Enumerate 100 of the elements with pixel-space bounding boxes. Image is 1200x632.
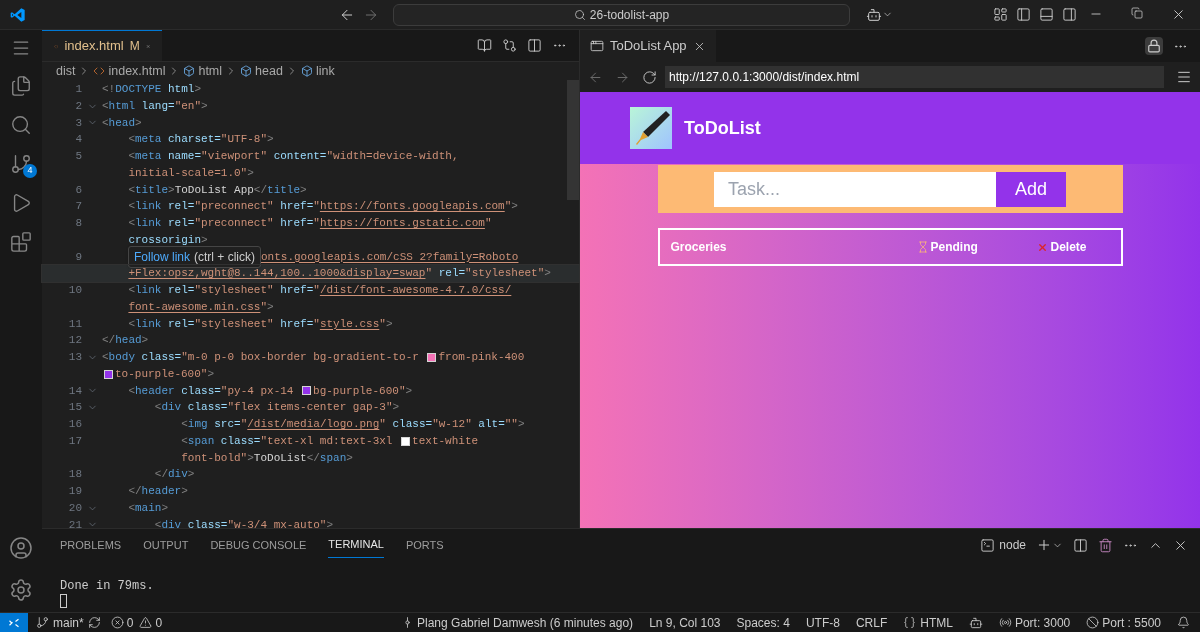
follow-link[interactable]: Follow link [134,247,190,266]
line-number: 5 [75,150,82,163]
broadcast-icon [998,616,1012,629]
warning-count[interactable]: 0 [155,613,163,632]
remote-button[interactable] [0,613,28,632]
explorer-icon[interactable] [10,75,32,97]
copilot-icon[interactable] [866,6,882,23]
notifications-icon[interactable] [1177,616,1190,629]
line-number: 17 [68,434,82,447]
panel-tab[interactable]: PORTS [405,532,444,558]
panel-left-icon[interactable] [1016,7,1031,22]
panel-tab[interactable]: TERMINAL [328,532,384,558]
breadcrumb-item[interactable]: index.html [108,61,166,81]
restore-icon[interactable] [1131,7,1143,19]
terminal-cursor [60,594,67,608]
notification-badge: 4 [23,164,37,178]
extensions-icon[interactable] [10,231,32,253]
plus-icon[interactable] [1036,537,1052,553]
line-number: 3 [75,116,82,129]
code-line: text-white [412,433,479,449]
task-status: Pending [930,239,978,256]
code-line: </header> [127,484,188,500]
branch-name[interactable]: main* [53,613,84,632]
element-icon [300,65,313,77]
port-status[interactable]: Port: 3000 [1014,613,1071,632]
line-ending[interactable]: CRLF [855,613,888,632]
line-number: 10 [68,284,82,297]
browser-tab[interactable]: ToDoList App [580,30,716,62]
line-number: 7 [75,200,82,213]
app-logo-icon[interactable] [10,6,26,23]
compare-icon[interactable] [502,38,517,53]
layout-icon[interactable] [993,7,1008,22]
panel-bottom-icon[interactable] [1039,7,1054,22]
command-center-search[interactable]: 26-todolist-app [393,3,850,26]
line-number: 13 [68,351,82,364]
code-line: <link rel="preconnect" href="https://fonts.gstatic.com" [127,216,492,232]
code-line: </head> [102,333,149,349]
editor-tab[interactable]: index.html M [42,30,162,61]
close-icon [1036,241,1048,253]
panel-tab[interactable]: OUTPUT [143,532,189,558]
breadcrumb-item[interactable]: html [198,61,223,81]
error-count[interactable]: 0 [126,613,134,632]
lock-button[interactable] [1145,37,1163,55]
panel-right-icon[interactable] [1062,7,1077,22]
search-icon [573,8,586,21]
branch-icon [36,616,49,629]
element-icon [183,65,196,77]
remote-icon [8,616,20,629]
line-number: 1 [75,83,82,96]
breadcrumb-item[interactable]: head [255,61,283,81]
line-number: 14 [68,384,82,397]
close-icon[interactable] [1171,7,1186,22]
reload-icon[interactable] [642,69,657,85]
app-title: ToDoList [684,116,761,140]
code-line: onts.googleapis.com/cSS 2?family=Roboto [261,249,519,265]
scrollbar-thumb[interactable] [567,80,579,200]
panel-tab[interactable]: DEBUG CONSOLE [210,532,307,558]
line-number: 8 [75,217,82,230]
encoding[interactable]: UTF-8 [805,613,840,632]
delete-button[interactable]: Delete [1036,238,1121,256]
terminal-icon [980,537,996,553]
search-icon[interactable] [10,114,32,136]
code-line: <div class="flex items-center gap-3"> [153,400,400,416]
code-line: <head> [102,115,142,131]
code-line: <link rel="stylesheet" href="style.css"> [127,316,393,332]
line-number: 2 [75,99,82,112]
indentation[interactable]: Spaces: 4 [736,613,790,632]
code-line: +Flex:opsz,wght@8..144,100..1000&display=swap" rel="stylesheet"> [127,266,551,282]
trash-icon[interactable] [1098,537,1113,553]
port-status[interactable]: Port : 5500 [1102,613,1161,632]
add-button[interactable]: Add [996,171,1066,207]
warning-icon [139,616,153,629]
forward-arrow-icon[interactable] [615,69,630,85]
code-line: from-pink-400 [438,350,525,366]
menu-icon[interactable] [1176,69,1192,85]
preview-icon[interactable] [477,38,492,53]
sync-icon[interactable] [87,616,101,629]
language-mode[interactable]: HTML [920,613,953,632]
line-number: 18 [68,468,82,481]
terminal-name[interactable]: node [999,536,1026,554]
url-field[interactable]: http://127.0.0.1:3000/dist/index.html [665,66,1164,88]
copilot-icon[interactable] [968,615,983,630]
code-line: <meta charset="UTF-8"> [127,132,274,148]
panel-tab[interactable]: PROBLEMS [60,532,122,558]
git-blame[interactable]: Plang Gabriel Damwesh (6 minutes ago) [417,613,634,632]
line-number: 19 [68,485,82,498]
account-icon[interactable] [9,536,33,560]
code-line: <div class="w-3/4 mx-auto"> [153,517,334,533]
settings-icon[interactable] [9,578,33,602]
breadcrumb-item[interactable]: link [315,61,335,81]
pen-logo-icon [630,107,672,149]
code-line: <img src="/dist/media/logo.png" class="w-12" alt=""> [180,417,525,433]
split-terminal-icon[interactable] [1073,537,1088,553]
code-line: <main> [127,500,169,516]
code-line: crossorigin> [127,232,208,248]
task-name: Groceries [670,239,728,256]
code-line: <title>ToDoList App</title> [127,182,307,198]
cursor-position[interactable]: Ln 9, Col 103 [649,613,721,632]
split-editor-icon[interactable] [527,38,542,53]
breadcrumb-item[interactable]: dist [56,61,76,81]
